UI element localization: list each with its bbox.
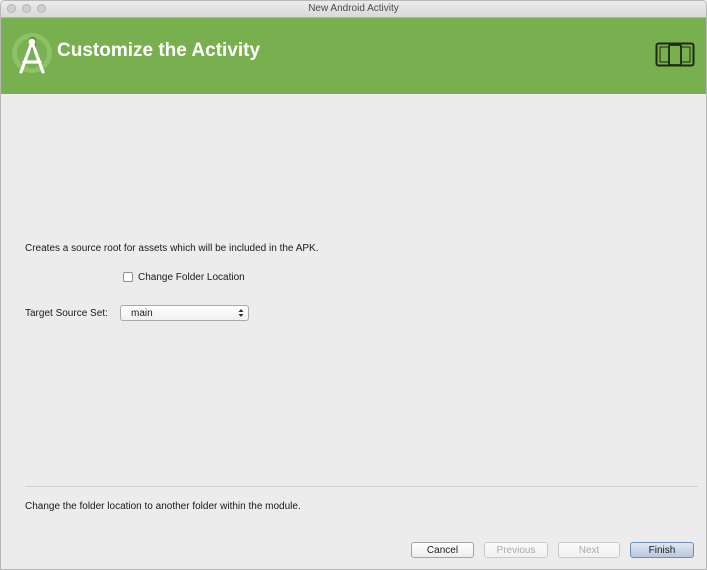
- android-studio-icon: [12, 33, 52, 74]
- previous-button[interactable]: Previous: [484, 542, 548, 558]
- change-folder-location-option[interactable]: Change Folder Location: [123, 271, 245, 283]
- target-source-set-select[interactable]: main: [120, 305, 249, 321]
- change-folder-location-checkbox[interactable]: [123, 272, 133, 282]
- cancel-button[interactable]: Cancel: [411, 542, 474, 558]
- folder-location-hint: Change the folder location to another fo…: [25, 501, 301, 512]
- next-button[interactable]: Next: [558, 542, 620, 558]
- title-bar[interactable]: New Android Activity: [1, 1, 706, 18]
- divider: [25, 486, 698, 487]
- window-title: New Android Activity: [308, 3, 399, 14]
- target-source-set-label: Target Source Set:: [25, 308, 108, 319]
- source-root-description: Creates a source root for assets which w…: [25, 243, 319, 254]
- target-source-set-value: main: [131, 307, 153, 319]
- wizard-header: Customize the Activity: [1, 18, 706, 94]
- new-android-activity-dialog: New Android Activity Customize the Activ…: [0, 0, 707, 570]
- select-arrows-icon: [238, 309, 244, 317]
- change-folder-location-label[interactable]: Change Folder Location: [138, 272, 245, 283]
- device-icon: [655, 42, 695, 67]
- finish-button[interactable]: Finish: [630, 542, 694, 558]
- page-title: Customize the Activity: [57, 40, 261, 61]
